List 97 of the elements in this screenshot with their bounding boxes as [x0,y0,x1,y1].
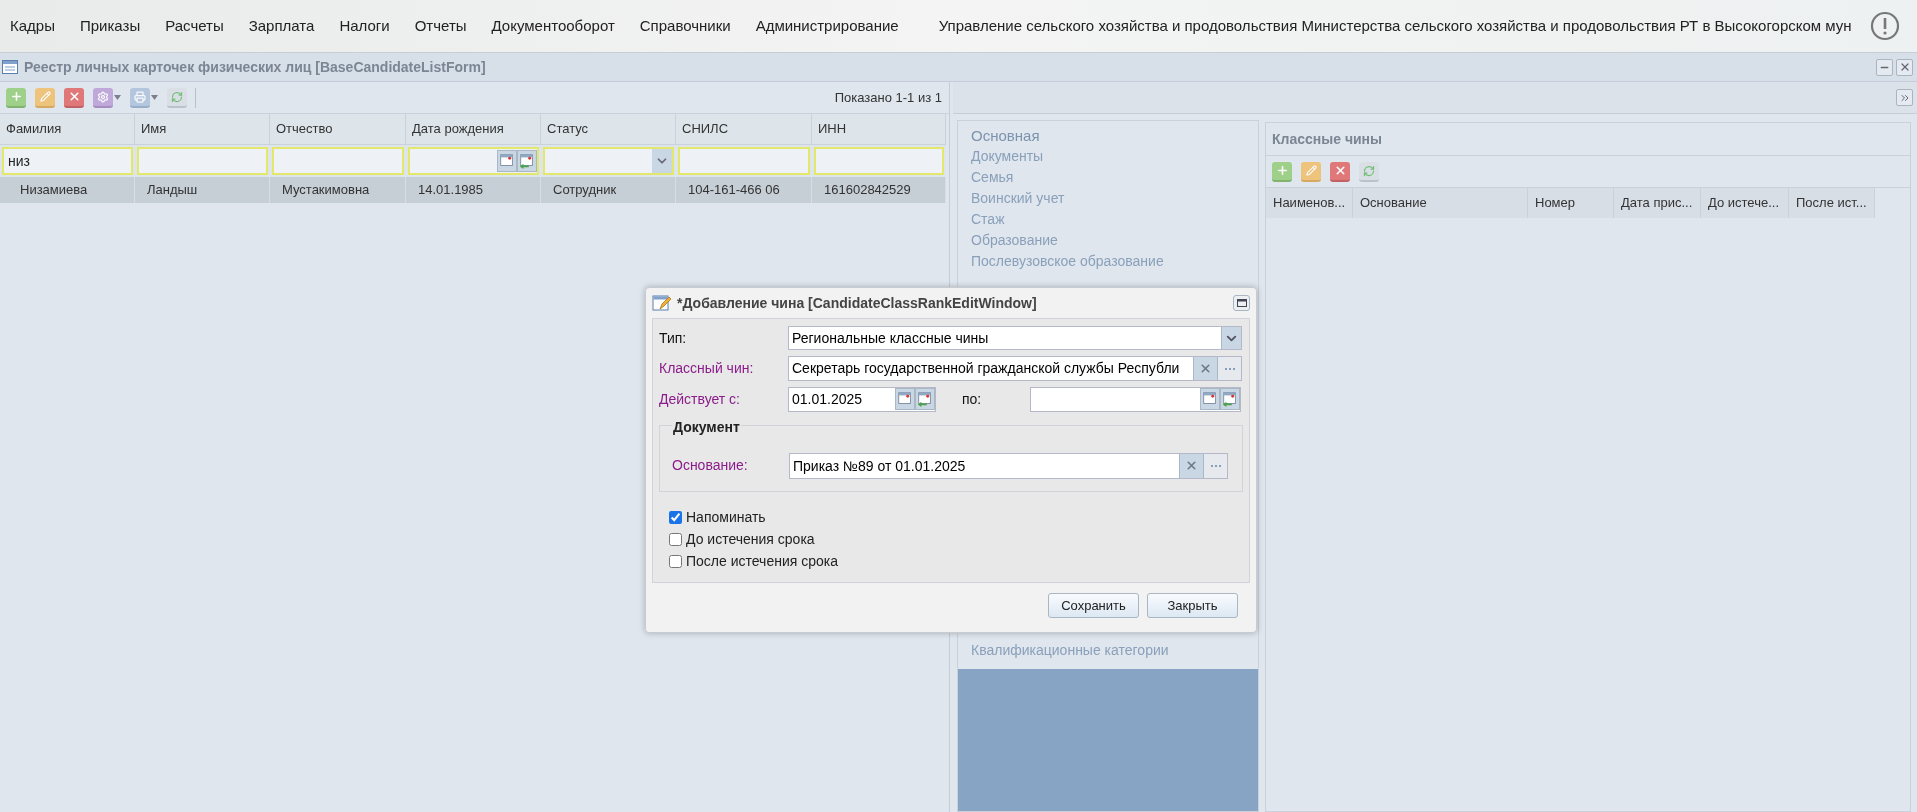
list-icon [2,60,18,74]
delete-icon[interactable] [1333,164,1347,177]
record-counter: Показано 1-1 из 1 [834,88,942,107]
settings-button[interactable] [92,86,122,109]
checkbox[interactable] [669,510,682,524]
date-field[interactable]: 01.01.2025 [788,387,936,412]
ellipsis-icon[interactable] [1209,463,1222,468]
dialog-button[interactable]: Сохранить [1048,593,1139,618]
plus-icon[interactable] [9,90,23,103]
field-label: Классный чин: [659,359,755,378]
column-header[interactable]: СНИЛС [676,114,812,144]
organization-name: Управление сельского хозяйства и продовольствия Министерства сельского хозяйства и продовольствия РТ в Высокогорском мун [938,15,1852,36]
delete-icon[interactable] [67,90,81,103]
add-button[interactable] [1271,160,1293,183]
column-header[interactable]: После ист... [1789,188,1875,218]
column-header[interactable]: Имя [135,114,270,144]
column-header[interactable]: Дата рождения [406,114,541,144]
caret-icon[interactable] [114,95,121,100]
clear-button[interactable] [1179,453,1203,478]
filter-field[interactable] [272,147,404,175]
table-cell: Мустакимовна [270,177,406,203]
settings-icon[interactable] [97,90,109,103]
menu-item[interactable]: Расчеты [157,14,232,38]
calendar-icon[interactable] [895,388,915,410]
filter-field[interactable] [408,147,539,175]
menu-item[interactable]: Кадры [2,14,63,38]
ellipsis-icon[interactable] [1223,366,1236,371]
filter-field[interactable] [137,147,268,175]
calendar-icon[interactable] [1200,388,1220,410]
column-header[interactable]: Основание [1353,188,1528,218]
menu-item[interactable]: Отчеты [406,14,475,38]
field-label: Тип: [659,328,688,348]
checkbox-label: Напоминать [686,507,766,527]
table-cell: 161602842529 [812,177,946,203]
column-header[interactable]: Дата прис... [1614,188,1701,218]
clear-button[interactable] [1193,357,1217,380]
table-cell: Ландыш [135,177,270,203]
checkbox[interactable] [669,532,682,546]
delete-button[interactable] [1329,160,1351,183]
edit-button[interactable] [34,86,56,109]
dialog-button[interactable]: Закрыть [1147,593,1238,618]
filter-field[interactable] [814,147,944,175]
pencil-icon[interactable] [39,91,51,102]
pencil-icon[interactable] [1305,165,1317,176]
delete-button[interactable] [63,86,85,109]
table-cell: Сотрудник [541,177,676,203]
plus-icon[interactable] [1275,164,1289,177]
menu-item[interactable]: Приказы [71,14,149,38]
table-cell: 104-161-466 06 [676,177,812,203]
menu-item[interactable]: Администрирование [747,14,907,38]
edit-button[interactable] [1300,160,1322,183]
date-field[interactable] [1030,387,1241,412]
column-header[interactable]: ИНН [812,114,946,144]
field-label: Основание: [672,456,749,475]
refresh-icon[interactable] [1363,164,1375,177]
window-title: Реестр личных карточек физических лиц [BaseCandidateListForm] [24,57,486,77]
checkbox-label: После истечения срока [686,551,838,571]
menu-item[interactable]: Справочники [631,14,739,38]
refresh-button[interactable] [166,86,188,109]
lookup-field[interactable]: Секретарь государственной гражданской службы Республи [788,356,1242,381]
table-cell: Низамиева [0,177,135,203]
table-cell: 14.01.1985 [406,177,541,203]
close-icon[interactable] [1199,362,1212,375]
column-header[interactable]: Номер [1528,188,1614,218]
alert-icon[interactable] [1869,11,1900,41]
more-button[interactable] [1217,357,1241,380]
refresh-button[interactable] [1358,160,1380,183]
printer-icon[interactable] [134,90,146,103]
add-button[interactable] [5,86,27,109]
print-button[interactable] [129,86,159,109]
filter-field[interactable]: низ [2,147,133,175]
column-header[interactable]: Отчество [270,114,406,144]
caret-icon[interactable] [151,95,158,100]
edit-icon [652,294,672,312]
dialog-title: *Добавление чина [CandidateClassRankEditWindow] [677,293,1037,313]
menu-item[interactable]: Зарплата [240,14,323,38]
column-header[interactable]: До истече... [1701,188,1789,218]
calendar-icon[interactable] [497,150,517,172]
more-button[interactable] [1203,453,1227,478]
field-label: Действует с: [659,390,741,409]
checkbox-label: До истечения срока [686,529,815,549]
maximize-button[interactable] [1233,295,1250,311]
menu-item[interactable]: Налоги [331,14,398,38]
checkbox[interactable] [669,554,682,568]
refresh-icon[interactable] [171,90,183,103]
panel-title: Классные чины [1272,129,1383,149]
field-label: по: [962,390,983,409]
type-combobox[interactable]: Региональные классные чины [788,326,1242,350]
lookup-field[interactable]: Приказ №89 от 01.01.2025 [789,452,1228,479]
column-header[interactable]: Фамилия [0,114,135,144]
menu-item[interactable]: Документооборот [483,14,623,38]
column-header[interactable]: Статус [541,114,676,144]
close-icon[interactable] [1185,459,1198,472]
window-icon[interactable] [1236,299,1247,307]
filter-field[interactable] [678,147,810,175]
column-header[interactable]: Наименов... [1266,188,1353,218]
table-row[interactable]: Низамиева Ландыш Мустакимовна 14.01.1985 Сотрудник 104-161-466 06 161602842529 [0,177,946,203]
